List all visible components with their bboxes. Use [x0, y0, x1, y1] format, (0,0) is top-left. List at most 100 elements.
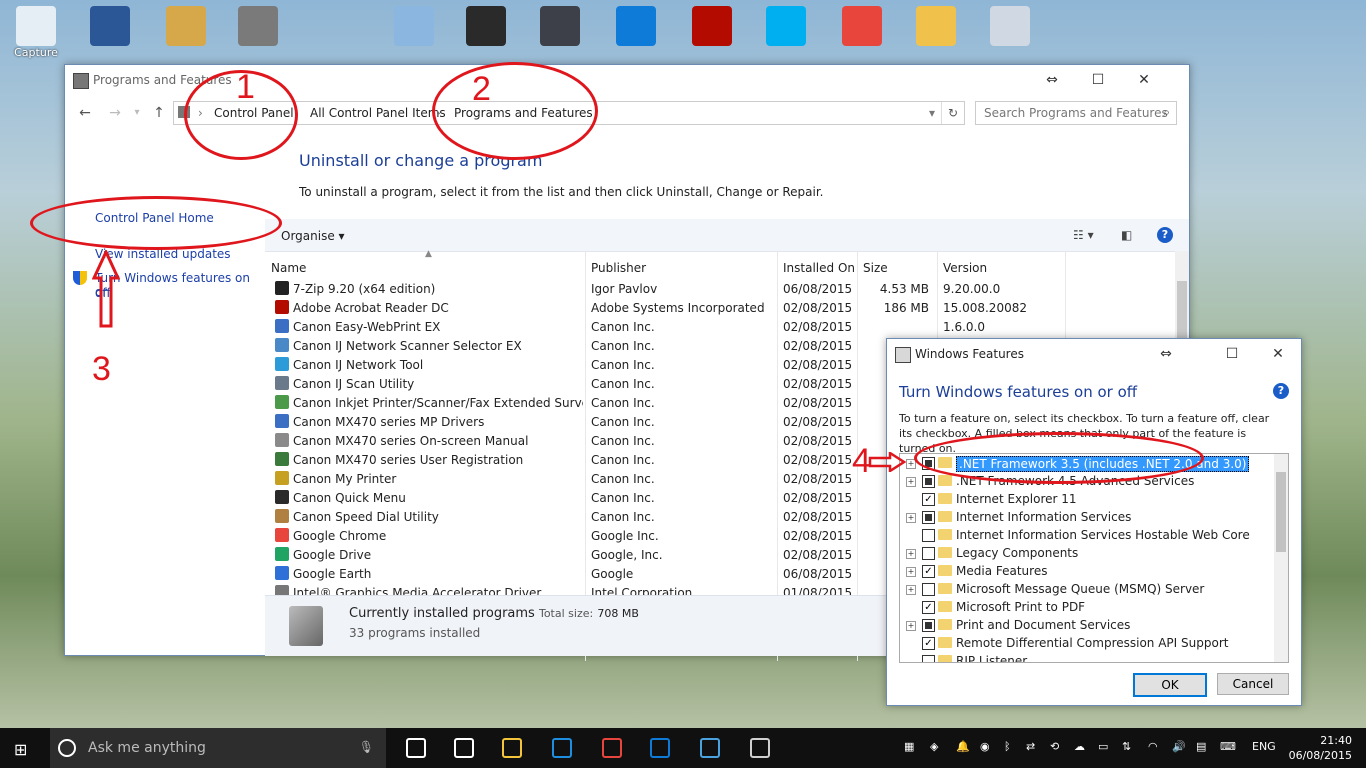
- up-button[interactable]: ↑: [149, 103, 169, 123]
- store-icon[interactable]: [454, 738, 474, 758]
- language-indicator[interactable]: ENG: [1252, 740, 1276, 753]
- address-dropdown-icon[interactable]: ▾: [929, 106, 935, 120]
- feature-item[interactable]: ✓ Microsoft Print to PDF: [900, 598, 1288, 616]
- column-version[interactable]: Version: [943, 261, 987, 275]
- scroll-thumb[interactable]: [1177, 281, 1187, 341]
- notification-bell-icon[interactable]: 🔔: [956, 740, 970, 753]
- feature-item[interactable]: + Legacy Components: [900, 544, 1288, 562]
- ok-button[interactable]: OK: [1133, 673, 1207, 697]
- desktop-icon[interactable]: [460, 6, 512, 58]
- feature-checkbox[interactable]: [922, 583, 935, 596]
- feature-checkbox[interactable]: ✓: [922, 565, 935, 578]
- feature-checkbox[interactable]: ✓: [922, 493, 935, 506]
- feature-item[interactable]: ✓ Remote Differential Compression API Sup…: [900, 634, 1288, 652]
- desktop-icon[interactable]: [388, 6, 440, 58]
- cancel-button[interactable]: Cancel: [1217, 673, 1289, 695]
- desktop-icon[interactable]: [836, 6, 888, 58]
- action-center-icon[interactable]: ▤: [1196, 740, 1206, 753]
- chrome-tray-icon[interactable]: ◉: [980, 740, 990, 753]
- desktop-icon[interactable]: [232, 6, 284, 58]
- expand-icon[interactable]: +: [906, 513, 916, 523]
- start-button-windows-icon[interactable]: ⊞: [14, 740, 27, 759]
- column-name[interactable]: Name: [271, 261, 306, 275]
- turn-windows-features-link[interactable]: Turn Windows features on or: [95, 271, 265, 299]
- expand-icon[interactable]: +: [906, 585, 916, 595]
- tray-app-icon[interactable]: ◈: [930, 740, 938, 753]
- feature-checkbox[interactable]: [922, 619, 935, 632]
- desktop-icon[interactable]: [984, 6, 1036, 58]
- recent-dropdown-icon[interactable]: ▾: [127, 103, 147, 123]
- feature-checkbox[interactable]: [922, 475, 935, 488]
- wifi-icon[interactable]: ◠: [1148, 740, 1158, 753]
- feature-checkbox[interactable]: [922, 655, 935, 662]
- microphone-icon[interactable]: 🎙: [359, 740, 374, 754]
- task-view-icon[interactable]: [406, 738, 426, 758]
- touch-keyboard-icon[interactable]: ⌨: [1220, 740, 1236, 753]
- onedrive-cloud-icon[interactable]: ☁: [1074, 740, 1085, 753]
- feature-checkbox[interactable]: [922, 529, 935, 542]
- breadcrumb-all-items[interactable]: All Control Panel Items: [310, 106, 446, 120]
- view-options-icon[interactable]: ☷ ▾: [1073, 228, 1094, 242]
- maximize-button[interactable]: ☐: [1075, 65, 1121, 95]
- resize-icon[interactable]: ⇔: [1143, 339, 1189, 369]
- close-button[interactable]: ✕: [1255, 339, 1301, 369]
- feature-item[interactable]: Internet Information Services Hostable W…: [900, 526, 1288, 544]
- desktop-icon[interactable]: [686, 6, 738, 58]
- feature-checkbox[interactable]: [922, 547, 935, 560]
- search-box[interactable]: Search Programs and Features ⌕: [975, 101, 1177, 125]
- bluetooth-icon[interactable]: ᛒ: [1004, 740, 1011, 753]
- control-panel-icon[interactable]: [700, 738, 720, 758]
- help-icon[interactable]: ?: [1273, 383, 1289, 399]
- tray-arrow-icon[interactable]: ⇅: [1122, 740, 1131, 753]
- organise-button[interactable]: Organise ▾: [281, 229, 345, 243]
- display-icon[interactable]: ▭: [1098, 740, 1108, 753]
- feature-item[interactable]: + Microsoft Message Queue (MSMQ) Server: [900, 580, 1288, 598]
- edge-icon[interactable]: [552, 738, 572, 758]
- file-explorer-icon[interactable]: [502, 738, 522, 758]
- maximize-button[interactable]: ☐: [1209, 339, 1255, 369]
- feature-item[interactable]: + Print and Document Services: [900, 616, 1288, 634]
- column-size[interactable]: Size: [863, 261, 888, 275]
- feature-checkbox[interactable]: ✓: [922, 637, 935, 650]
- teamviewer-tray-icon[interactable]: ⇄: [1026, 740, 1035, 753]
- desktop-icon[interactable]: [534, 6, 586, 58]
- cortana-search[interactable]: Ask me anything 🎙: [50, 728, 386, 768]
- desktop-icon[interactable]: [84, 6, 136, 58]
- scroll-thumb[interactable]: [1276, 472, 1286, 552]
- feature-item[interactable]: + Internet Information Services: [900, 508, 1288, 526]
- table-row[interactable]: Canon Easy-WebPrint EX Canon Inc. 02/08/20…: [265, 317, 1189, 336]
- desktop-icon[interactable]: [610, 6, 662, 58]
- expand-icon[interactable]: +: [906, 477, 916, 487]
- desktop-icon[interactable]: Capture: [10, 6, 62, 59]
- desktop-icon[interactable]: [910, 6, 962, 58]
- dialog-title-bar[interactable]: Windows Features ⇔ ☐ ✕: [887, 339, 1301, 369]
- expand-icon[interactable]: +: [906, 567, 916, 577]
- feature-item[interactable]: + ✓ Media Features: [900, 562, 1288, 580]
- teamviewer-icon[interactable]: [650, 738, 670, 758]
- desktop-icon[interactable]: [760, 6, 812, 58]
- chrome-icon[interactable]: [602, 738, 622, 758]
- table-row[interactable]: Adobe Acrobat Reader DC Adobe Systems Inc…: [265, 298, 1189, 317]
- sync-icon[interactable]: ⟲: [1050, 740, 1059, 753]
- clock[interactable]: 21:40 06/08/2015: [1289, 733, 1352, 763]
- search-input[interactable]: Search Programs and Features: [984, 106, 1168, 120]
- desktop-icon[interactable]: [160, 6, 212, 58]
- table-row[interactable]: 7-Zip 9.20 (x64 edition) Igor Pavlov 06/08…: [265, 279, 1189, 298]
- feature-item[interactable]: ✓ Internet Explorer 11: [900, 490, 1288, 508]
- back-button[interactable]: ←: [75, 103, 95, 123]
- search-icon[interactable]: ⌕: [1163, 105, 1170, 120]
- volume-icon[interactable]: 🔊: [1172, 740, 1186, 753]
- column-installed-on[interactable]: Installed On: [783, 261, 855, 275]
- expand-icon[interactable]: +: [906, 621, 916, 631]
- resize-icon[interactable]: ⇔: [1029, 65, 1075, 95]
- expand-icon[interactable]: +: [906, 549, 916, 559]
- tree-scrollbar[interactable]: [1274, 454, 1288, 662]
- refresh-icon[interactable]: ↻: [941, 102, 964, 124]
- feature-item[interactable]: RIP Listener: [900, 652, 1288, 662]
- feature-checkbox[interactable]: [922, 511, 935, 524]
- installer-icon[interactable]: [750, 738, 770, 758]
- close-button[interactable]: ✕: [1121, 65, 1167, 95]
- help-icon[interactable]: ?: [1157, 227, 1173, 243]
- taskbar-search-input[interactable]: Ask me anything: [88, 740, 206, 756]
- preview-pane-icon[interactable]: ◧: [1121, 228, 1132, 242]
